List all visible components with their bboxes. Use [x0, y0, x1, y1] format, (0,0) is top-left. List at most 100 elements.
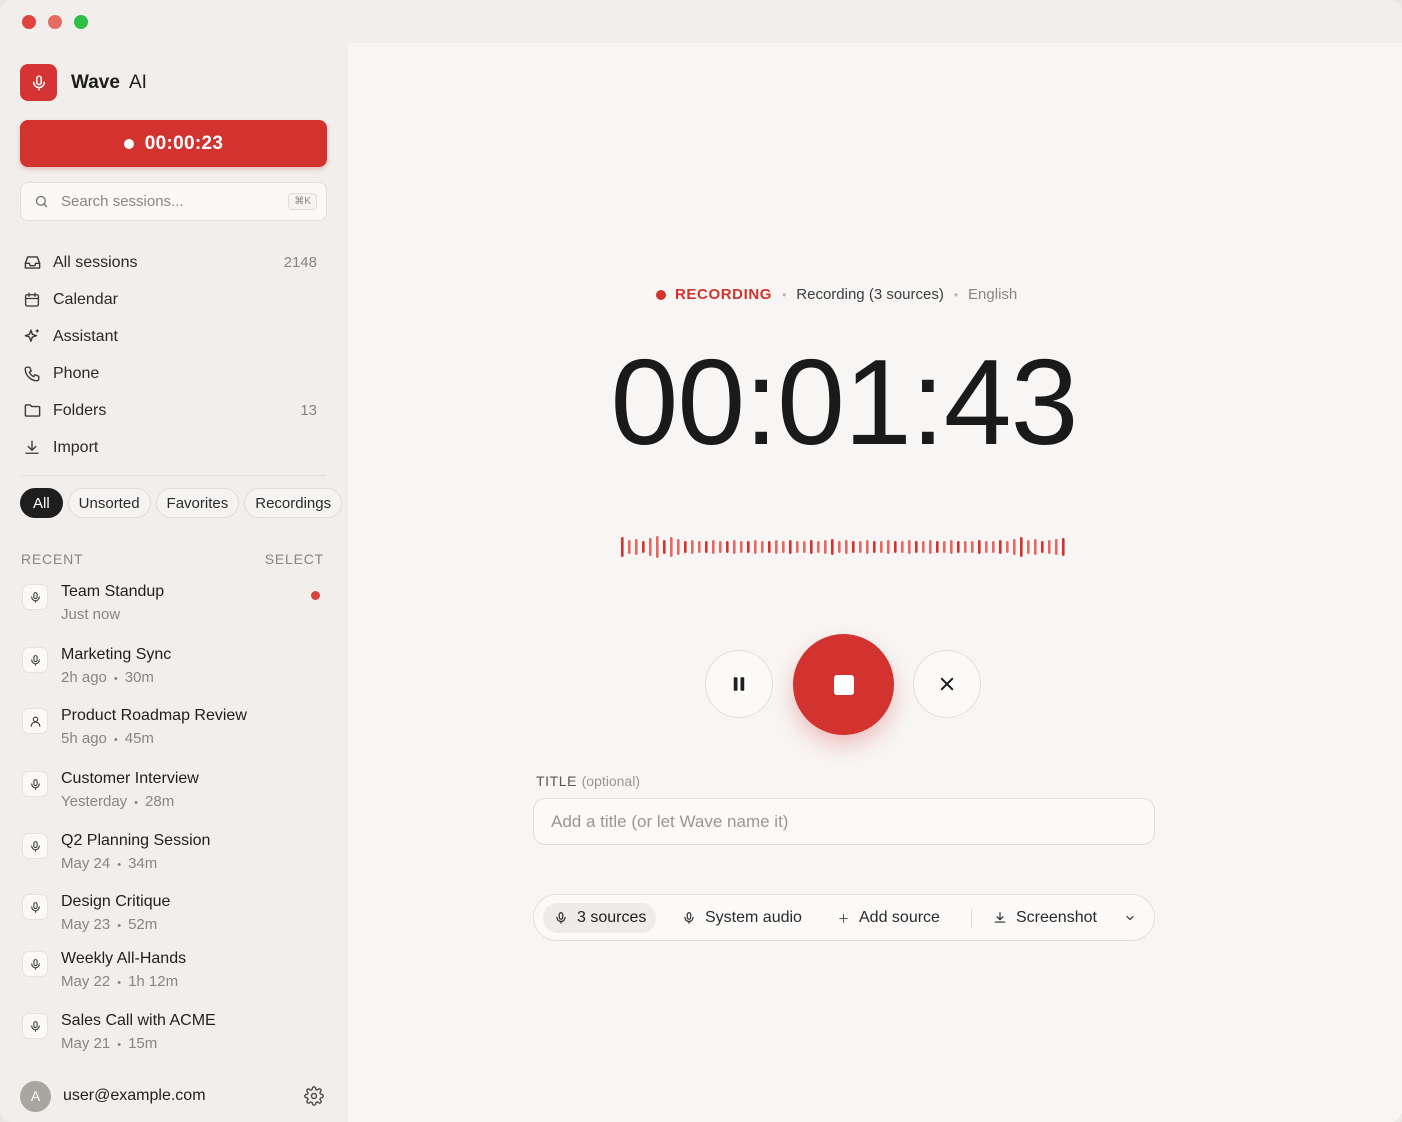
session-item[interactable]: Team Standup Just now — [20, 580, 330, 630]
session-item[interactable]: Q2 Planning Session May 24 • 34m — [20, 829, 330, 879]
pause-button[interactable] — [705, 650, 773, 718]
search-input[interactable]: Search sessions... ⌘K — [20, 182, 327, 221]
waveform-bar — [712, 540, 715, 554]
waveform-bar — [936, 541, 939, 553]
session-item[interactable]: Design Critique May 23 • 52m — [20, 890, 330, 940]
calendar-icon — [21, 289, 43, 311]
separator: • — [782, 287, 787, 302]
main-panel — [348, 0, 1402, 1122]
session-duration: 52m — [128, 916, 158, 933]
waveform-bar — [922, 541, 925, 553]
recording-sources: Recording (3 sources) — [796, 286, 944, 303]
waveform-bar — [719, 541, 722, 553]
title-label: TITLE (optional) — [536, 773, 640, 789]
add-source-button[interactable]: Add source — [837, 903, 940, 933]
recording-dot-icon — [656, 289, 666, 300]
waveform-bar — [978, 540, 981, 554]
screenshot-label: Screenshot — [1016, 909, 1097, 926]
zoom-window-button[interactable] — [74, 15, 88, 29]
session-title: Team Standup — [61, 583, 165, 600]
session-duration: 34m — [128, 855, 158, 872]
title-input[interactable]: Add a title (or let Wave name it) — [533, 798, 1155, 845]
session-when: 5h ago — [61, 730, 107, 747]
discard-button[interactable] — [913, 650, 981, 718]
recording-state: RECORDING — [675, 286, 773, 303]
mic-icon — [22, 771, 48, 797]
stop-button[interactable] — [793, 634, 894, 735]
chevron-down-icon[interactable] — [1124, 912, 1136, 924]
waveform-bar — [1013, 539, 1016, 555]
active-recording-button[interactable]: 00:00:23 — [20, 120, 327, 167]
session-meta: 2h ago • 30m — [61, 669, 154, 686]
waveform-bar — [747, 541, 750, 553]
account-row[interactable]: A user@example.com — [20, 1080, 330, 1112]
waveform-bar — [908, 540, 911, 554]
waveform-bar — [684, 541, 687, 553]
app-window: Wave AI 00:00:23 Search sessions... ⌘K A… — [0, 0, 1402, 1122]
waveform-bar — [831, 539, 834, 555]
gear-icon[interactable] — [304, 1086, 324, 1106]
waveform-bar — [1034, 539, 1037, 555]
waveform-bar — [880, 541, 883, 553]
waveform-bar — [1062, 538, 1065, 556]
waveform-bar — [761, 541, 764, 553]
waveform-bar — [670, 537, 673, 557]
waveform-bar — [859, 541, 862, 553]
close-icon — [940, 677, 954, 691]
waveform-bar — [957, 541, 960, 553]
sidebar-divider — [22, 475, 326, 476]
waveform-bar — [901, 541, 904, 553]
waveform-bar — [635, 539, 638, 555]
session-title: Marketing Sync — [61, 646, 172, 663]
live-indicator — [311, 591, 320, 600]
waveform-bar — [999, 540, 1002, 554]
plus-icon — [839, 913, 848, 923]
avatar: A — [20, 1080, 51, 1112]
session-item[interactable]: Customer Interview Yesterday • 28m — [20, 767, 330, 817]
sources-button[interactable]: 3 sources — [543, 903, 657, 933]
filter-chip-recordings[interactable]: Recordings — [244, 488, 343, 518]
session-meta: Yesterday • 28m — [61, 793, 175, 810]
download-icon — [994, 912, 1006, 923]
close-window-button[interactable] — [22, 15, 36, 29]
session-item[interactable]: Product Roadmap Review 5h ago • 45m — [20, 704, 330, 754]
session-meta: May 21 • 15m — [61, 1035, 158, 1052]
session-item[interactable]: Sales Call with ACME May 21 • 15m — [20, 1009, 330, 1059]
select-button[interactable]: SELECT — [265, 551, 324, 567]
source-bar-divider — [971, 909, 972, 928]
filter-chip-favorites[interactable]: Favorites — [155, 488, 240, 518]
filter-chip-unsorted[interactable]: Unsorted — [67, 488, 151, 518]
user-email: user@example.com — [63, 1087, 206, 1104]
session-item[interactable]: Marketing Sync 2h ago • 30m — [20, 643, 330, 693]
mic-icon — [684, 912, 694, 924]
minimize-window-button[interactable] — [48, 15, 62, 29]
waveform-bar — [950, 540, 953, 554]
sidebar-item-count: 2148 — [283, 254, 317, 271]
waveform-bar — [775, 540, 778, 554]
search-icon — [35, 195, 48, 208]
brand: Wave AI — [20, 64, 147, 101]
waveform-bar — [649, 538, 652, 556]
recording-status: RECORDING • Recording (3 sources) • Engl… — [656, 286, 1017, 303]
sidebar-item-all-sessions[interactable]: All sessions 2148 — [20, 244, 325, 281]
waveform-bar — [642, 541, 645, 553]
waveform-bar — [873, 541, 876, 553]
waveform-bar — [621, 537, 624, 557]
mic-icon — [22, 833, 48, 859]
screenshot-button[interactable]: Screenshot — [993, 903, 1097, 933]
recording-language[interactable]: English — [968, 286, 1017, 303]
sidebar-item-calendar[interactable]: Calendar — [20, 281, 325, 318]
waveform-bar — [810, 540, 813, 554]
waveform-bar — [971, 541, 974, 553]
system-audio-button[interactable]: System audio — [682, 903, 802, 933]
waveform-bar — [1055, 539, 1058, 555]
waveform-bar — [768, 541, 771, 553]
session-meta: May 23 • 52m — [61, 916, 158, 933]
title-bar — [348, 0, 1402, 43]
filter-chip-all[interactable]: All — [20, 488, 63, 518]
active-recording-elapsed: 00:00:23 — [144, 132, 224, 154]
session-duration: 28m — [145, 793, 175, 810]
app-name-suffix: AI — [128, 71, 147, 93]
session-when: 2h ago — [61, 669, 107, 686]
session-item[interactable]: Weekly All-Hands May 22 • 1h 12m — [20, 947, 330, 997]
